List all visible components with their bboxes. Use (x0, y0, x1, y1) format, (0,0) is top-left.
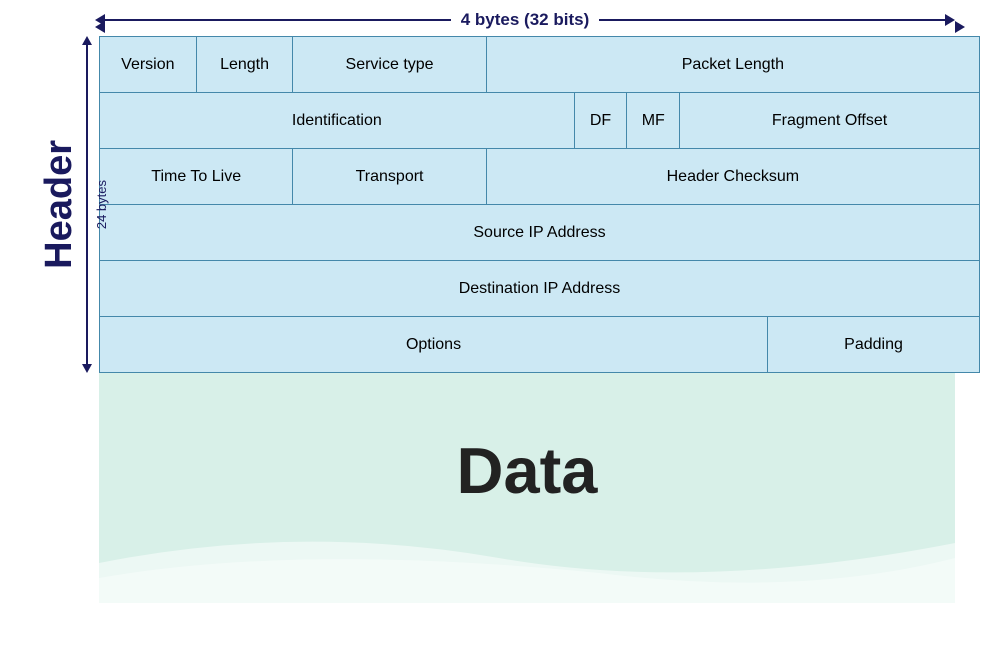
bytes-label: 24 bytes (94, 180, 109, 229)
grid-row-6: Options Padding (100, 317, 979, 372)
cell-version: Version (100, 37, 197, 92)
cell-ttl: Time To Live (100, 149, 293, 204)
data-section: Data (99, 373, 955, 603)
grid-row-2: Identification DF MF Fragment Offset (100, 93, 979, 149)
cell-length: Length (197, 37, 294, 92)
cell-packet-length: Packet Length (487, 37, 979, 92)
cell-fragment-offset: Fragment Offset (680, 93, 979, 148)
header-label: Header (40, 140, 78, 269)
cell-header-checksum: Header Checksum (487, 149, 979, 204)
cell-source-ip: Source IP Address (100, 205, 979, 260)
grid-row-1: Version Length Service type Packet Lengt… (100, 37, 979, 93)
cell-df: DF (575, 93, 628, 148)
grid-row-4: Source IP Address (100, 205, 979, 261)
header-grid: Version Length Service type Packet Lengt… (99, 36, 980, 373)
cell-options: Options (100, 317, 768, 372)
top-label: 4 bytes (32 bits) (451, 10, 600, 30)
cell-padding: Padding (768, 317, 979, 372)
cell-transport: Transport (293, 149, 486, 204)
cell-identification: Identification (100, 93, 575, 148)
grid-row-5: Destination IP Address (100, 261, 979, 317)
cell-mf: MF (627, 93, 680, 148)
cell-service-type: Service type (293, 37, 486, 92)
data-label: Data (457, 433, 598, 508)
cell-dest-ip: Destination IP Address (100, 261, 979, 316)
grid-row-3: Time To Live Transport Header Checksum (100, 149, 979, 205)
